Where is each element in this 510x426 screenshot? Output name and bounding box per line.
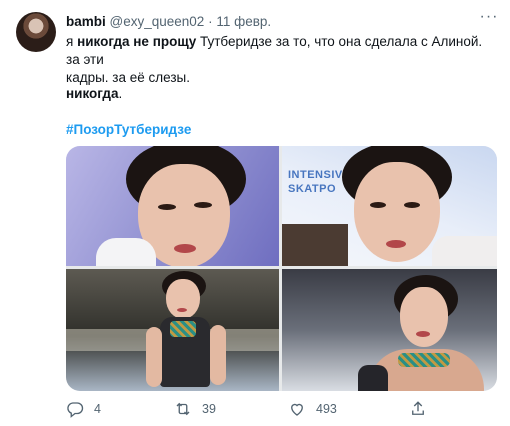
hashtag-link[interactable]: #ПозорТутберидзе	[66, 121, 191, 139]
tweet-emphasis: никогда.	[66, 86, 123, 101]
reply-icon	[67, 402, 84, 418]
text-line2: кадры. за её слезы.	[66, 70, 190, 85]
photo-2[interactable]: INTENSIV SKATPO	[282, 146, 497, 266]
retweet-count: 39	[202, 402, 216, 416]
more-icon[interactable]: ···	[478, 9, 500, 28]
text-prefix: я	[66, 34, 78, 49]
photo-1[interactable]	[66, 146, 279, 266]
share-button[interactable]	[409, 398, 427, 420]
tweet-header: bambi @exy_queen02 · 11 февр.	[66, 13, 271, 31]
reply-button[interactable]: 4	[66, 398, 101, 420]
tweet-date[interactable]: 11 февр.	[216, 14, 271, 29]
reply-count: 4	[94, 402, 101, 416]
user-handle[interactable]: @exy_queen02	[110, 14, 205, 29]
retweet-icon	[176, 402, 190, 416]
tweet-paragraph: я никогда не прощу Тутберидзе за то, что…	[66, 33, 486, 87]
like-button[interactable]: 493	[288, 398, 337, 420]
text-bold: никогда не прощу	[77, 34, 197, 49]
tweet-text: я никогда не прощу Тутберидзе за то, что…	[66, 33, 486, 137]
user-name[interactable]: bambi	[66, 14, 106, 29]
share-icon	[412, 401, 424, 415]
separator: ·	[208, 14, 213, 29]
media-grid: INTENSIV SKATPO	[66, 146, 497, 391]
tweet[interactable]: bambi @exy_queen02 · 11 февр. ··· я нико…	[0, 0, 510, 426]
avatar[interactable]	[16, 12, 56, 52]
like-count: 493	[316, 402, 337, 416]
photo-3[interactable]	[66, 269, 279, 391]
like-icon	[291, 403, 303, 416]
retweet-button[interactable]: 39	[174, 398, 216, 420]
photo-4[interactable]	[282, 269, 497, 391]
tweet-actions: 4 39 493	[66, 398, 486, 420]
sponsor-board: INTENSIV SKATPO	[288, 169, 343, 195]
